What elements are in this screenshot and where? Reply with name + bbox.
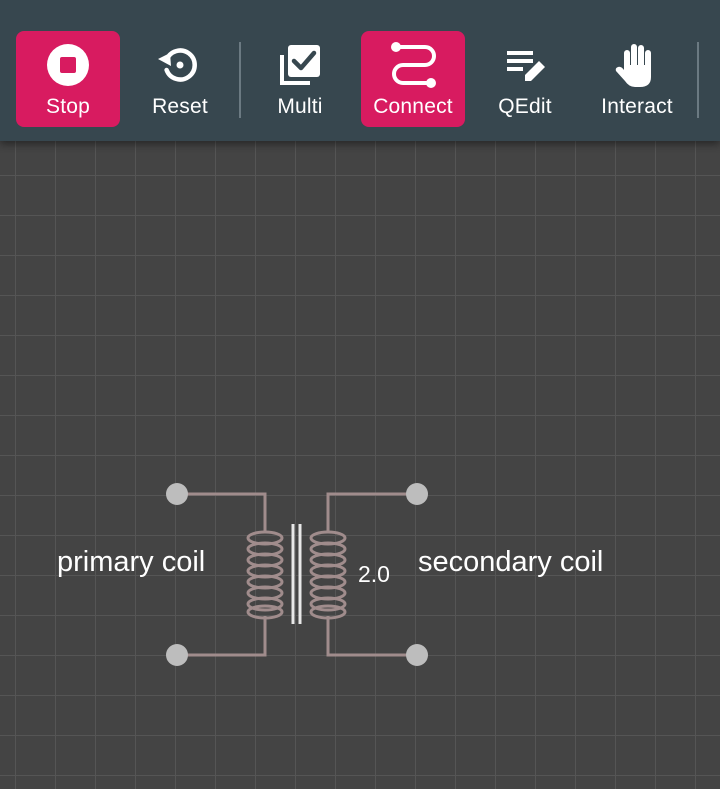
secondary-coil-label: secondary coil [418, 546, 604, 578]
primary-coil [246, 530, 284, 620]
primary-wire-bottom [177, 616, 267, 657]
primary-coil-label: primary coil [57, 546, 206, 578]
turns-ratio-label: 2.0 [358, 561, 390, 587]
secondary-wire-top [326, 492, 417, 532]
primary-wire-top [177, 492, 267, 532]
secondary-coil [309, 530, 347, 620]
transformer-component[interactable] [0, 0, 720, 789]
secondary-wire-bottom [326, 616, 417, 657]
secondary-terminal-top [406, 483, 428, 505]
primary-terminal-bottom [166, 644, 188, 666]
primary-terminal-top [166, 483, 188, 505]
transformer-core [291, 524, 302, 624]
secondary-terminal-bottom [406, 644, 428, 666]
